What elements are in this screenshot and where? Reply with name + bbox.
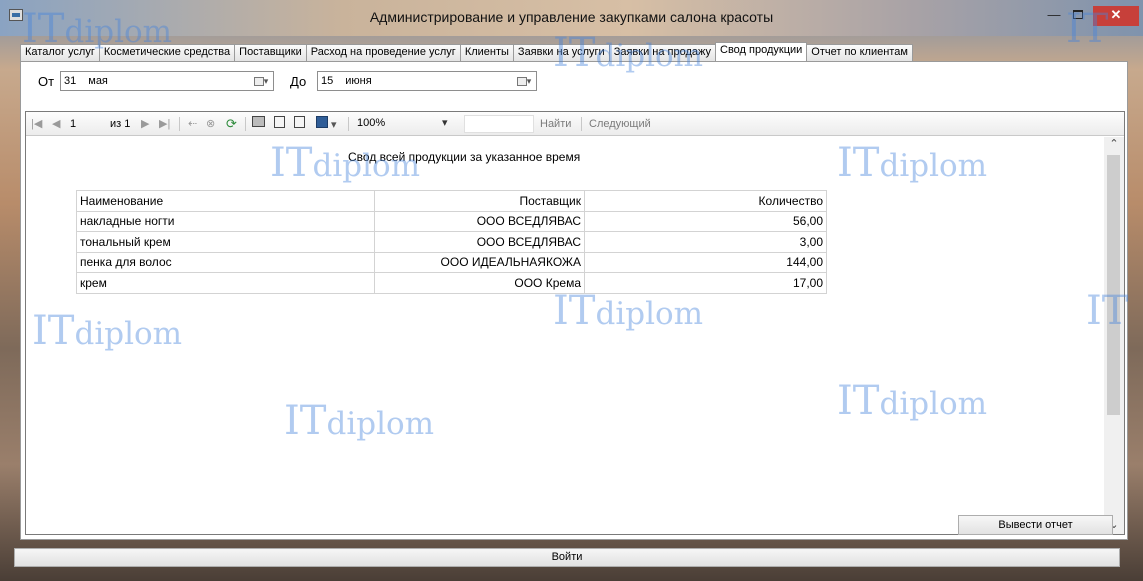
from-month: мая xyxy=(88,75,108,87)
cell-supplier: ООО ВСЕДЛЯВАС xyxy=(374,210,585,232)
to-date-picker[interactable]: 15 июня ▾ xyxy=(317,71,537,91)
table-header-row: Наименование Поставщик Количество xyxy=(76,190,827,212)
tab-panel-product-summary: От 31 мая ▾ До 15 июня ▾ |◀ ◀ 1 из 1 ▶ ▶| … xyxy=(20,61,1128,540)
tab-8[interactable]: Свод продукции xyxy=(715,42,808,61)
tab-5[interactable]: Клиенты xyxy=(459,44,514,61)
print-icon xyxy=(252,116,265,127)
calendar-icon xyxy=(516,77,527,87)
window-title: Администрирование и управление закупками… xyxy=(369,9,774,25)
scroll-up-icon[interactable]: ⌃ xyxy=(1104,137,1124,153)
stop-icon[interactable]: ⊗ xyxy=(206,116,215,132)
table-row: накладные ногти ООО ВСЕДЛЯВАС 56,00 xyxy=(76,210,827,232)
print-button[interactable] xyxy=(252,116,265,132)
next-page-icon[interactable]: ▶ xyxy=(141,116,149,132)
from-date-picker[interactable]: 31 мая ▾ xyxy=(60,71,274,91)
zoom-value: 100% xyxy=(357,117,386,129)
tab-strip: Каталог услуг Косметические средства Поста… xyxy=(20,42,913,61)
column-header-quantity: Количество xyxy=(584,190,827,212)
table-row: крем ООО Крема 17,00 xyxy=(76,272,827,294)
export-save-icon xyxy=(316,116,328,128)
report-toolbar: |◀ ◀ 1 из 1 ▶ ▶| ⇠ ⊗ ⟳ ▾ 100% ▾ Найти Сл… xyxy=(26,112,1124,136)
cell-quantity: 56,00 xyxy=(584,210,827,232)
page-setup-button[interactable] xyxy=(294,116,305,132)
refresh-icon[interactable]: ⟳ xyxy=(226,116,237,132)
report-content: Свод всей продукции за указанное время Н… xyxy=(26,137,1104,534)
cell-name: пенка для волос xyxy=(76,251,375,273)
tab-6[interactable]: Заявки на услуги xyxy=(512,44,610,61)
title-bar: Администрирование и управление закупками… xyxy=(0,0,1143,36)
find-link[interactable]: Найти xyxy=(540,116,571,132)
first-page-icon[interactable]: |◀ xyxy=(31,116,42,132)
cell-name: накладные ногти xyxy=(76,210,375,232)
maximize-icon xyxy=(1073,10,1083,19)
tab-1[interactable]: Каталог услуг xyxy=(20,44,100,61)
to-calendar-button[interactable]: ▾ xyxy=(515,74,533,88)
cell-supplier: ООО ИДЕАЛЬНАЯКОЖА xyxy=(374,251,585,273)
report-vertical-scrollbar[interactable]: ⌃ ⌄ xyxy=(1104,137,1124,534)
chevron-down-icon: ▾ xyxy=(442,117,448,129)
scroll-thumb[interactable] xyxy=(1107,155,1120,415)
tab-7[interactable]: Заявки на продажу xyxy=(608,44,716,61)
cell-quantity: 17,00 xyxy=(584,272,827,294)
close-button[interactable]: ✕ xyxy=(1093,6,1139,26)
print-layout-icon xyxy=(274,116,285,128)
last-page-icon[interactable]: ▶| xyxy=(159,116,170,132)
to-day: 15 xyxy=(321,75,334,87)
to-month: июня xyxy=(345,75,372,87)
tab-9[interactable]: Отчет по клиентам xyxy=(806,44,913,61)
cell-name: крем xyxy=(76,272,375,294)
find-input[interactable] xyxy=(464,115,534,133)
report-table: Наименование Поставщик Количество наклад… xyxy=(76,190,827,294)
find-next-link[interactable]: Следующий xyxy=(589,116,651,132)
tab-2[interactable]: Косметические средства xyxy=(98,44,236,61)
cell-supplier: ООО ВСЕДЛЯВАС xyxy=(374,231,585,253)
tab-4[interactable]: Расход на проведение услуг xyxy=(305,44,461,61)
table-row: пенка для волос ООО ИДЕАЛЬНАЯКОЖА 144,00 xyxy=(76,251,827,273)
back-icon[interactable]: ⇠ xyxy=(188,116,197,132)
export-button[interactable]: ▾ xyxy=(316,116,337,132)
cell-name: тональный крем xyxy=(76,231,375,253)
column-header-name: Наименование xyxy=(76,190,375,212)
table-row: тональный крем ООО ВСЕДЛЯВАС 3,00 xyxy=(76,231,827,253)
previous-page-icon[interactable]: ◀ xyxy=(52,116,60,132)
page-number-input[interactable]: 1 xyxy=(68,116,100,132)
tab-3[interactable]: Поставщики xyxy=(234,44,307,61)
from-day: 31 xyxy=(64,75,77,87)
minimize-button[interactable]: — xyxy=(1044,6,1064,26)
calendar-icon xyxy=(253,77,264,87)
cell-quantity: 3,00 xyxy=(584,231,827,253)
maximize-button[interactable] xyxy=(1068,6,1088,26)
from-label: От xyxy=(38,74,55,89)
report-viewer: |◀ ◀ 1 из 1 ▶ ▶| ⇠ ⊗ ⟳ ▾ 100% ▾ Найти Сл… xyxy=(25,111,1125,535)
generate-report-button[interactable]: Вывести отчет xyxy=(958,515,1113,535)
login-button[interactable]: Войти xyxy=(14,548,1120,567)
column-header-supplier: Поставщик xyxy=(374,190,585,212)
cell-quantity: 144,00 xyxy=(584,251,827,273)
cell-supplier: ООО Крема xyxy=(374,272,585,294)
report-title: Свод всей продукции за указанное время xyxy=(348,150,581,164)
page-count: из 1 xyxy=(110,118,131,130)
to-label: До xyxy=(290,74,307,89)
from-calendar-button[interactable]: ▾ xyxy=(252,74,270,88)
page-setup-icon xyxy=(294,116,305,128)
print-layout-button[interactable] xyxy=(274,116,285,132)
zoom-select[interactable]: 100% ▾ xyxy=(354,115,454,133)
main-window: Каталог услуг Косметические средства Поста… xyxy=(8,36,1135,574)
